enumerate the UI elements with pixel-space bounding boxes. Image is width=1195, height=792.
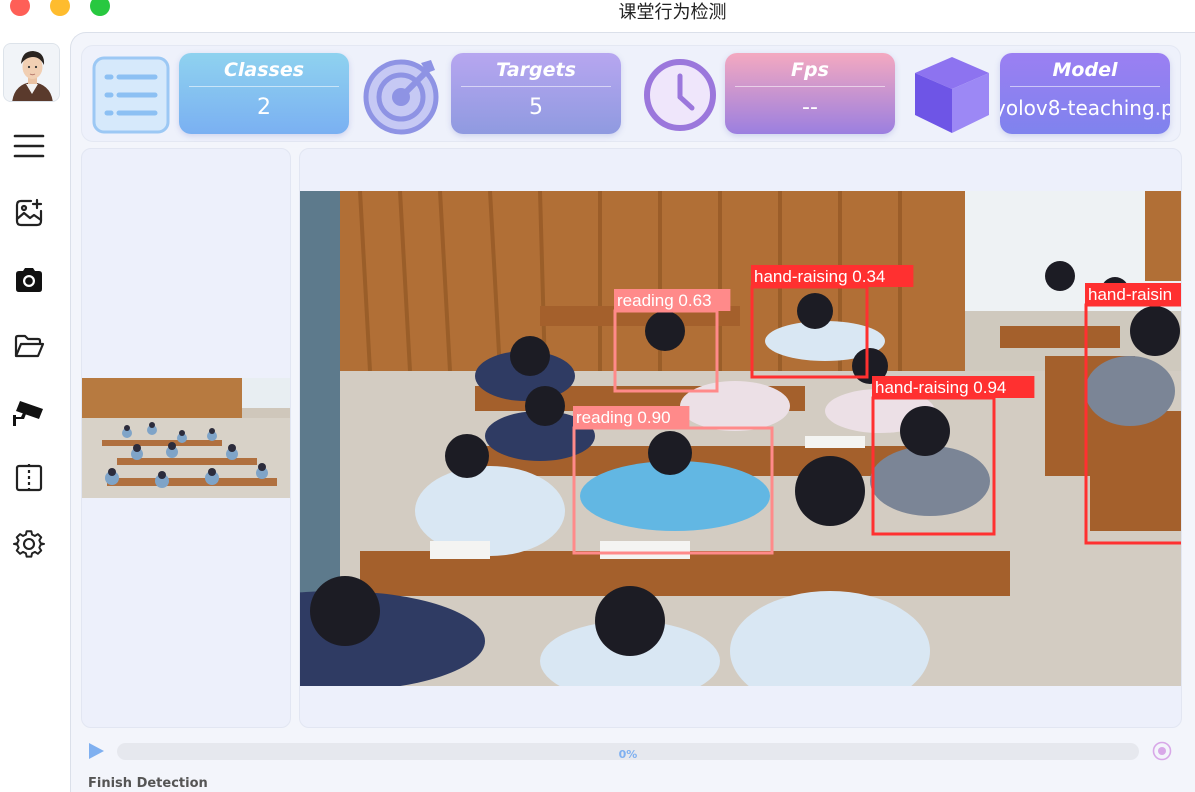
progress-text: 0%	[618, 748, 638, 761]
fps-value: --	[802, 95, 818, 120]
stats-bar: Classes 2 Targets 5 Fps -- Model yolov8-…	[81, 45, 1181, 142]
play-icon	[89, 743, 104, 759]
targets-label: Targets	[461, 53, 611, 87]
target-icon	[359, 51, 447, 139]
window-title: 课堂行为检测	[618, 2, 727, 23]
play-button[interactable]	[86, 741, 106, 761]
menu-icon[interactable]	[11, 128, 47, 164]
model-card: Model yolov8-teaching.pt	[1000, 53, 1170, 134]
fps-label: Fps	[735, 53, 885, 87]
cube-icon	[908, 51, 996, 139]
classes-label: Classes	[189, 53, 339, 87]
detection-label: hand-raising 0.34	[754, 267, 885, 286]
clock-icon	[636, 51, 724, 139]
detection-label: reading 0.63	[617, 291, 712, 310]
progress-bar[interactable]: 0%	[117, 743, 1139, 761]
player-controls: 0%	[86, 739, 1186, 765]
gear-icon[interactable]	[11, 526, 47, 562]
stop-icon	[1152, 741, 1172, 761]
sidebar	[0, 22, 70, 792]
folder-open-icon[interactable]	[11, 329, 47, 365]
detection-label: reading 0.90	[576, 408, 671, 427]
fps-card: Fps --	[725, 53, 895, 134]
camera-icon[interactable]	[11, 262, 47, 298]
model-label: Model	[1010, 53, 1160, 87]
classes-card: Classes 2	[179, 53, 349, 134]
detection-label: hand-raising 0.94	[875, 378, 1006, 397]
source-thumbnail	[82, 378, 290, 498]
main-area: Classes 2 Targets 5 Fps -- Model yolov8-…	[70, 32, 1195, 792]
list-icon	[87, 51, 175, 139]
targets-value: 5	[529, 95, 543, 120]
classes-value: 2	[257, 95, 271, 120]
detection-frame: reading 0.63 hand-raising 0.34 reading 0.9…	[300, 191, 1181, 686]
avatar[interactable]	[3, 43, 60, 102]
cctv-camera-icon[interactable]	[11, 394, 47, 430]
image-add-icon[interactable]	[11, 195, 47, 231]
title-bar: 课堂行为检测	[0, 0, 1195, 23]
stop-button[interactable]	[1152, 741, 1172, 761]
targets-card: Targets 5	[451, 53, 621, 134]
detection-label: hand-raisin	[1088, 285, 1172, 304]
split-view-icon[interactable]	[11, 460, 47, 496]
source-panel	[81, 148, 291, 728]
status-text: Finish Detection	[88, 776, 208, 791]
model-value: yolov8-teaching.pt	[1000, 96, 1170, 120]
detection-panel: reading 0.63 hand-raising 0.34 reading 0.9…	[299, 148, 1182, 728]
